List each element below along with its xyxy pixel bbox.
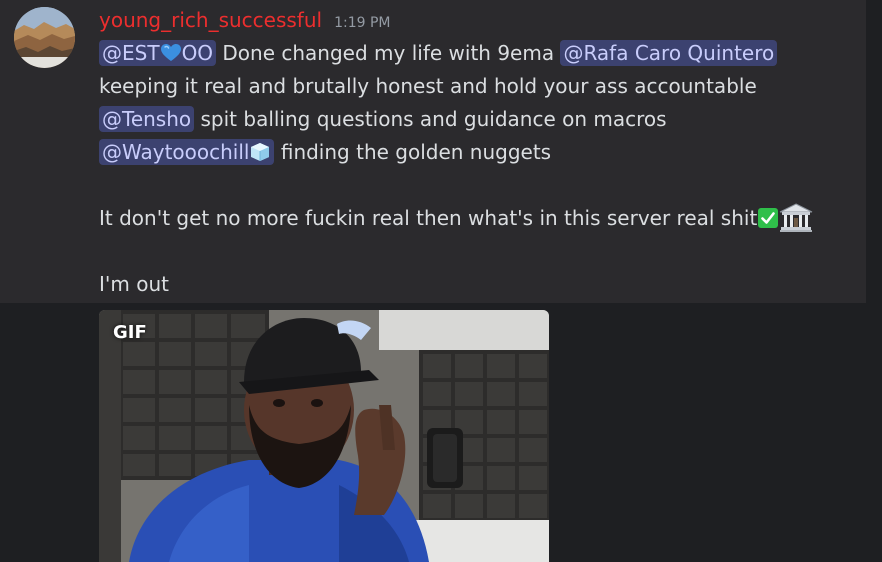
avatar[interactable] — [14, 7, 75, 68]
message-line-6: I'm out — [99, 268, 859, 301]
line-2-text: keeping it real and brutally honest and … — [99, 74, 757, 98]
avatar-image — [14, 7, 75, 68]
line-6-text: I'm out — [99, 272, 169, 296]
mention-tensho[interactable]: @Tensho — [99, 106, 195, 132]
message-line-1: @EST OO Done changed my life with 9ema @R… — [99, 37, 859, 70]
line-4-text: finding the golden nuggets — [274, 140, 552, 164]
mention-waytooochill[interactable]: @Waytooochill — [99, 139, 275, 165]
message-line-3: @Tensho spit balling questions and guida… — [99, 103, 859, 136]
mention-rafa-caro-quintero[interactable]: @Rafa Caro Quintero — [560, 40, 778, 66]
gif-attachment[interactable]: GIF — [99, 310, 549, 562]
message-line-5: It don't get no more fuckin real then wh… — [99, 202, 859, 235]
chat-view: young_rich_successful 1:19 PM @EST OO Don… — [0, 0, 882, 562]
line-1-text: Done changed my life with 9ema — [216, 41, 561, 65]
message-content: @EST OO Done changed my life with 9ema @R… — [99, 37, 859, 301]
mention-waytooochill-name: @Waytooochill — [102, 140, 250, 164]
username[interactable]: young_rich_successful — [99, 8, 322, 32]
blue-heart-icon — [160, 42, 182, 64]
line-3-text: spit balling questions and guidance on m… — [194, 107, 667, 131]
message-line-4: @Waytooochill finding the golden nuggets — [99, 136, 859, 169]
timestamp[interactable]: 1:19 PM — [334, 15, 390, 31]
bank-icon — [779, 203, 813, 233]
mention-est[interactable]: @EST OO — [99, 40, 217, 66]
message-header: young_rich_successful 1:19 PM — [99, 8, 391, 34]
gif-preview-image — [99, 310, 549, 562]
gif-badge: GIF — [113, 322, 147, 343]
mention-est-name: @EST — [102, 41, 160, 65]
message-line-2: keeping it real and brutally honest and … — [99, 70, 859, 103]
ice-cube-icon — [249, 141, 271, 163]
white-check-mark-icon — [757, 207, 779, 229]
line-5-text: It don't get no more fuckin real then wh… — [99, 206, 758, 230]
mention-est-suffix: OO — [181, 41, 214, 65]
